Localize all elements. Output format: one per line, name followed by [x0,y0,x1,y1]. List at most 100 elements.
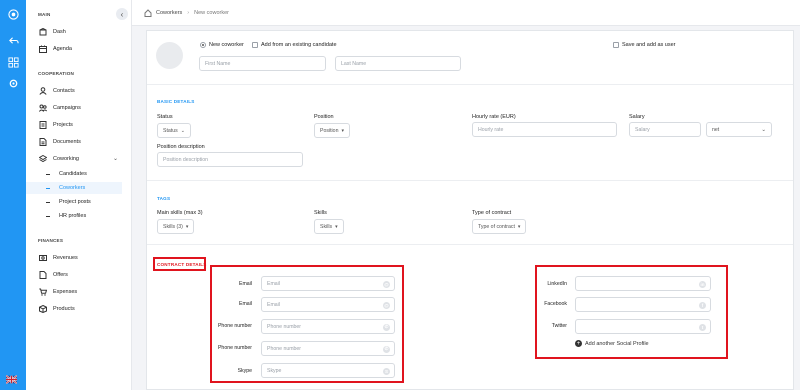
contract-type-label: Type of contract [472,210,512,216]
salary-type-value: net [712,126,720,133]
bullet-dash [46,187,50,189]
bullet-dash [46,215,50,217]
sidebar-item-products[interactable]: Products [26,302,132,315]
contact-row-label: Email [239,281,252,287]
avatar-upload[interactable] [156,42,183,69]
status-dropdown[interactable]: Status ⌄ [157,123,191,138]
position-description-label: Position description [157,144,205,150]
main-skills-dropdown[interactable]: Skills (3) ▾ [157,219,195,234]
tags-title: TAGS [157,196,171,201]
new-coworker-label: New coworker [209,42,244,48]
salary-input[interactable]: Salary [629,122,701,137]
sidebar-subitem-hr-profiles[interactable]: HR profiles [26,210,122,222]
at-icon: @ [383,301,390,309]
sidebar-subitem-coworkers[interactable]: Coworkers [26,182,122,194]
phone-field[interactable]: Phone number ✆ [261,319,395,334]
sidebar-section-finances: FINANCES [38,238,64,243]
first-name-input[interactable]: First Name [199,56,326,71]
facebook-input[interactable]: f [575,297,711,312]
sidebar-item-revenues[interactable]: Revenues [26,251,132,264]
box-icon [38,304,47,313]
bullet-dash [46,173,50,175]
position-description-input[interactable]: Position description [157,152,303,167]
app-rail [0,0,26,390]
collapse-sidebar-button[interactable]: ‹ [116,8,128,20]
coworking-icon [38,154,47,163]
sidebar-item-label: Contacts [53,87,75,94]
campaigns-icon [38,103,47,112]
add-social-profile-label: Add another Social Profile [585,340,649,347]
documents-icon [38,137,47,146]
position-dropdown[interactable]: Position ▾ [314,123,350,138]
sidebar-item-contacts[interactable]: Contacts [26,84,132,97]
sidebar-item-label: Expenses [53,288,78,295]
hourly-rate-input[interactable]: Hourly rate [472,122,617,137]
sidebar-item-coworking[interactable]: Coworking ⌄ [26,152,132,165]
sidebar-item-label: Documents [53,138,81,145]
add-existing-candidate-checkbox[interactable] [252,42,258,48]
projects-icon [38,120,47,129]
save-as-user-checkbox[interactable] [613,42,619,48]
contract-type-dropdown[interactable]: Type of contract ▾ [472,219,527,234]
sidebar: MAIN Dash Agenda COOPERATION Contacts Ca… [26,0,132,390]
sidebar-item-label: Coworkers [59,185,86,191]
phone-icon: ✆ [383,323,390,331]
caret-down-icon: ▾ [341,127,344,134]
language-flag-icon[interactable] [6,374,17,385]
linkedin-icon: in [699,280,706,288]
cart-icon [38,287,47,296]
sidebar-subitem-candidates[interactable]: Candidates [26,168,122,180]
email-input: Email [267,280,280,287]
position-value: Position [320,127,339,134]
settings-icon[interactable] [7,77,19,89]
offers-icon [38,270,47,279]
home-icon[interactable] [144,8,152,17]
divider [147,180,793,181]
sidebar-item-offers[interactable]: Offers [26,268,132,281]
phone-input: Phone number [267,323,302,330]
email-field[interactable]: Email @ [261,297,395,312]
linkedin-label: LinkedIn [547,281,567,287]
contact-row-label: Phone number [217,323,252,329]
caret-down-icon: ⌄ [180,127,185,134]
skype-field[interactable]: Skype S [261,363,395,378]
status-label: Status [157,114,173,120]
sidebar-section-cooperation: COOPERATION [38,71,75,76]
last-name-input[interactable]: Last Name [335,56,461,71]
new-coworker-radio[interactable] [200,42,206,48]
back-arrow-icon[interactable] [7,34,19,46]
twitter-icon: t [699,323,706,331]
sidebar-item-label: Products [53,305,75,312]
twitter-input[interactable]: t [575,319,711,334]
caret-down-icon: ▾ [185,223,189,230]
linkedin-input[interactable]: in [575,276,711,291]
sidebar-item-agenda[interactable]: Agenda [26,42,132,55]
sidebar-item-campaigns[interactable]: Campaigns [26,101,132,114]
contract-type-value: Type of contract [478,223,515,230]
sidebar-item-label: Dash [53,28,66,35]
contact-row-label: Skype [237,368,252,374]
sidebar-item-label: Candidates [59,171,87,177]
breadcrumb-coworkers[interactable]: Coworkers [156,10,182,16]
phone-field[interactable]: Phone number ✆ [261,341,395,356]
add-social-profile-link[interactable]: + Add another Social Profile [575,340,649,347]
sidebar-item-label: Coworking [53,155,79,162]
sidebar-item-projects[interactable]: Projects [26,118,132,131]
app-logo-icon[interactable] [7,8,19,20]
at-icon: @ [383,280,390,288]
main-skills-value: Skills (3) [163,223,183,230]
skills-dropdown[interactable]: Skills ▾ [314,219,344,234]
divider [147,244,793,245]
sidebar-item-dash[interactable]: Dash [26,25,132,38]
salary-type-select[interactable]: net ⌄ [706,122,772,137]
sidebar-item-documents[interactable]: Documents [26,135,132,148]
skype-input: Skype [267,367,282,374]
email-field[interactable]: Email @ [261,276,395,291]
facebook-label: Facebook [544,301,567,307]
sidebar-item-label: HR profiles [59,213,87,219]
sidebar-item-expenses[interactable]: Expenses [26,285,132,298]
calendar-icon [38,44,47,53]
grid-icon[interactable] [7,56,19,68]
sidebar-subitem-project-posts[interactable]: Project posts [26,196,122,208]
contact-row-label: Email [239,301,252,307]
